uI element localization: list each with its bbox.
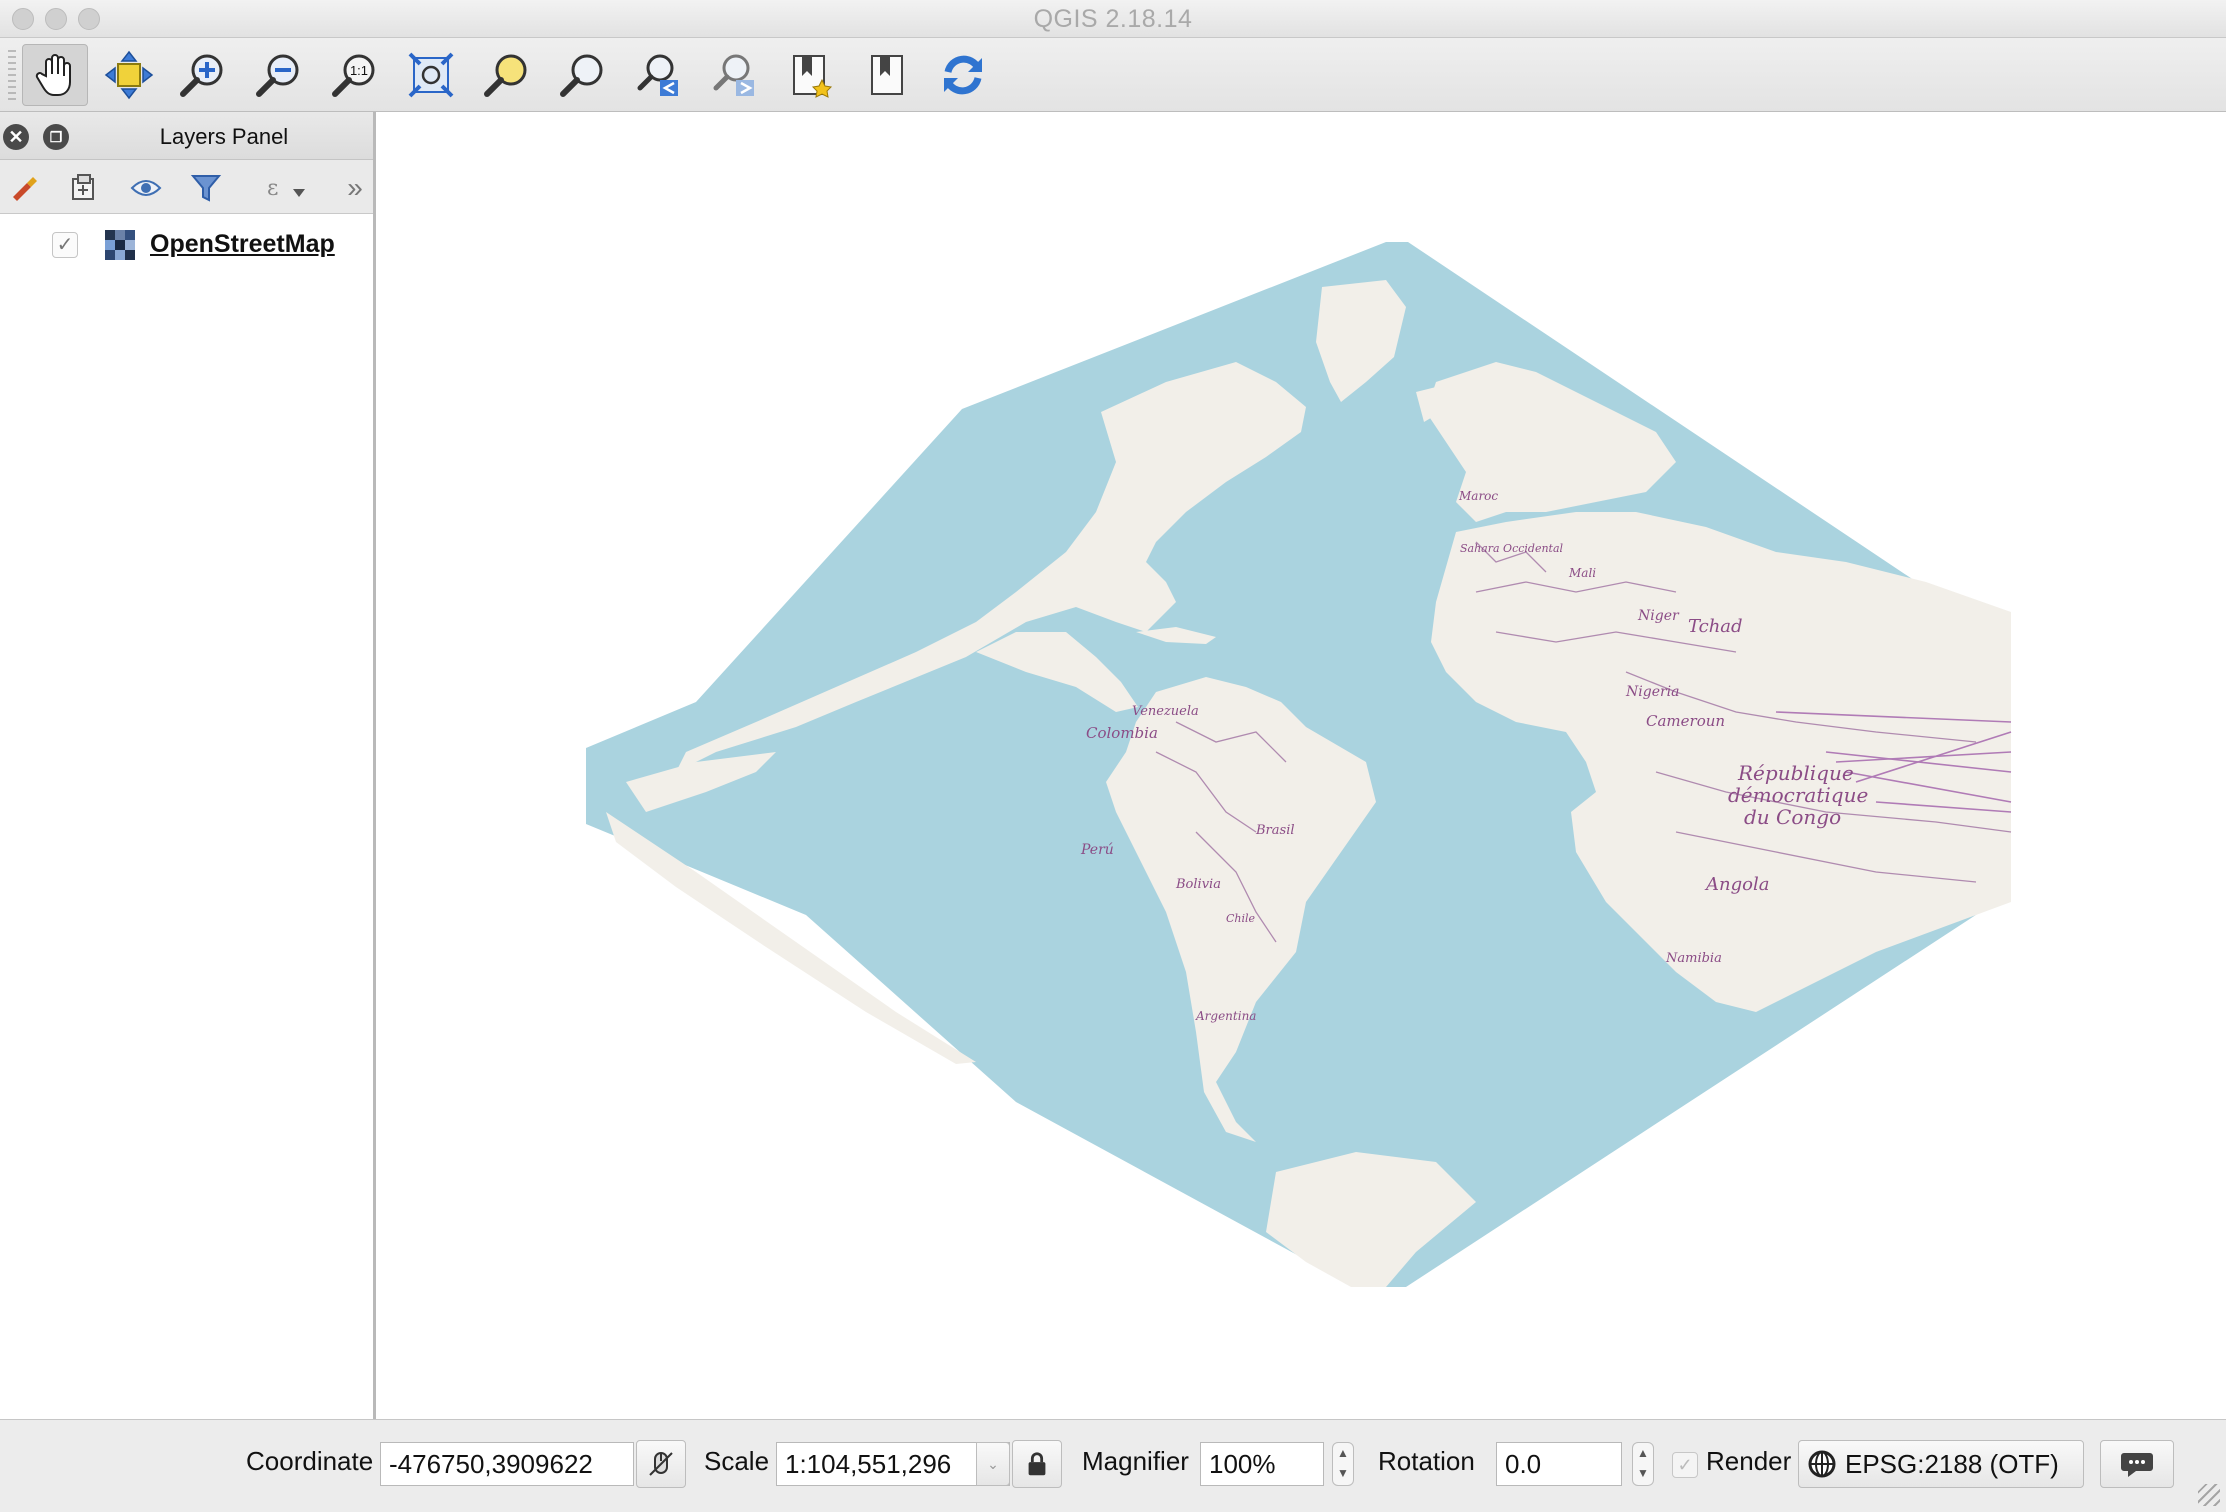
magnifier-stepper[interactable]: ▲ ▼ bbox=[1332, 1442, 1354, 1486]
projection-globe-icon bbox=[1808, 1450, 1836, 1478]
zoom-to-layer-button[interactable] bbox=[550, 44, 616, 106]
label-maroc: Maroc bbox=[1458, 489, 1498, 503]
new-bookmark-button[interactable] bbox=[778, 44, 844, 106]
filter-legend-icon bbox=[190, 175, 222, 202]
style-button[interactable] bbox=[4, 170, 44, 206]
zoom-next-button[interactable] bbox=[702, 44, 768, 106]
rotation-stepper[interactable]: ▲ ▼ bbox=[1632, 1442, 1654, 1486]
manage-visibility-button[interactable] bbox=[126, 170, 166, 206]
label-argentina: Argentina bbox=[1195, 1009, 1256, 1023]
scale-dropdown-button[interactable]: ⌄ bbox=[976, 1442, 1010, 1486]
window-resize-grip[interactable] bbox=[2198, 1484, 2220, 1506]
map-canvas[interactable]: Venezuela Colombia Perú Brasil Bolivia A… bbox=[376, 112, 2226, 1419]
show-bookmarks-button[interactable] bbox=[854, 44, 920, 106]
zoom-native-resolution-icon: 1:1 bbox=[332, 54, 375, 97]
layers-panel-header: ✕ ❐ Layers Panel bbox=[0, 112, 373, 160]
mouse-extents-icon bbox=[649, 1452, 673, 1476]
label-angola: Angola bbox=[1704, 874, 1769, 895]
more-chevron-icon: » bbox=[347, 172, 363, 203]
coordinate-label: Coordinate bbox=[246, 1446, 374, 1476]
zoom-to-layer-icon bbox=[560, 54, 603, 97]
zoom-full-icon bbox=[408, 52, 454, 98]
layers-panel-toolbar: ε » bbox=[0, 160, 373, 214]
svg-text:1:1: 1:1 bbox=[350, 63, 368, 78]
more-tools-button[interactable]: » bbox=[342, 170, 368, 206]
layers-panel-title: Layers Panel bbox=[159, 124, 289, 149]
expression-filter-button[interactable]: ε bbox=[258, 170, 314, 206]
rotation-label: Rotation bbox=[1378, 1446, 1475, 1476]
crs-label: EPSG:2188 (OTF) bbox=[1845, 1448, 2059, 1479]
new-bookmark-icon bbox=[793, 55, 833, 98]
messages-button[interactable] bbox=[2100, 1440, 2174, 1488]
svg-text:ε: ε bbox=[267, 176, 278, 201]
filter-legend-button[interactable] bbox=[186, 170, 226, 206]
zoom-to-selection-icon bbox=[484, 54, 527, 97]
pan-map-button[interactable] bbox=[22, 44, 88, 106]
render-checkbox[interactable]: ✓ bbox=[1672, 1452, 1698, 1478]
refresh-button[interactable] bbox=[930, 44, 996, 106]
window-title: QGIS 2.18.14 bbox=[1033, 5, 1193, 33]
scale-label: Scale bbox=[704, 1446, 770, 1476]
label-drc-1: République bbox=[1737, 761, 1854, 785]
zoom-out-icon bbox=[256, 54, 299, 97]
map-rendering: Venezuela Colombia Perú Brasil Bolivia A… bbox=[586, 242, 2012, 1287]
label-namibia: Namibia bbox=[1665, 951, 1722, 966]
map-navigation-toolbar: 1:1 bbox=[0, 38, 2226, 112]
layers-panel: ✕ ❐ Layers Panel ε » ✓ OpenStreetMap bbox=[0, 112, 376, 1419]
layer-name[interactable]: OpenStreetMap bbox=[150, 230, 335, 259]
scale-combo[interactable]: 1:104,551,296 bbox=[776, 1442, 1010, 1486]
zoom-native-resolution-button[interactable]: 1:1 bbox=[322, 44, 388, 106]
label-cameroun: Cameroun bbox=[1646, 712, 1725, 730]
zoom-out-button[interactable] bbox=[246, 44, 312, 106]
label-drc-3: du Congo bbox=[1744, 805, 1841, 829]
raster-layer-icon bbox=[105, 230, 135, 260]
expression-filter-icon: ε bbox=[267, 176, 305, 201]
zoom-next-icon bbox=[713, 54, 754, 96]
zoom-full-button[interactable] bbox=[398, 44, 464, 106]
lock-icon bbox=[1028, 1452, 1046, 1476]
label-nigeria: Nigeria bbox=[1625, 684, 1680, 700]
render-label: Render bbox=[1706, 1446, 1792, 1476]
label-sahara: Sahara Occidental bbox=[1460, 542, 1564, 555]
rotation-field[interactable]: 0.0 bbox=[1496, 1442, 1622, 1486]
chevron-down-icon: ⌄ bbox=[987, 1455, 999, 1472]
toolbar-grip[interactable] bbox=[8, 50, 16, 100]
style-brush-icon bbox=[13, 177, 37, 201]
pan-to-selection-button[interactable] bbox=[96, 44, 162, 106]
label-peru: Perú bbox=[1080, 842, 1114, 858]
magnifier-label: Magnifier bbox=[1082, 1446, 1189, 1476]
add-group-button[interactable] bbox=[64, 170, 104, 206]
magnifier-field[interactable]: 100% bbox=[1200, 1442, 1324, 1486]
label-venezuela: Venezuela bbox=[1132, 704, 1199, 719]
pan-to-selection-icon bbox=[104, 50, 154, 100]
label-drc-2: démocratique bbox=[1728, 783, 1868, 807]
label-colombia: Colombia bbox=[1086, 724, 1158, 742]
zoom-last-icon bbox=[637, 54, 678, 96]
label-niger: Niger bbox=[1637, 608, 1680, 624]
pan-map-icon bbox=[35, 54, 71, 96]
zoom-in-button[interactable] bbox=[170, 44, 236, 106]
show-bookmarks-icon bbox=[871, 55, 903, 95]
label-chile: Chile bbox=[1226, 912, 1256, 925]
lock-scale-button[interactable] bbox=[1012, 1440, 1062, 1488]
speech-bubble-icon bbox=[2121, 1453, 2153, 1477]
zoom-in-icon bbox=[180, 54, 223, 97]
status-bar: Coordinate -476750,3909622 Scale 1:104,5… bbox=[0, 1419, 2226, 1512]
crs-button[interactable]: EPSG:2188 (OTF) bbox=[1798, 1440, 2084, 1488]
title-bar: QGIS 2.18.14 bbox=[0, 0, 2226, 38]
layer-visibility-checkbox[interactable]: ✓ bbox=[52, 232, 78, 258]
label-brasil: Brasil bbox=[1255, 823, 1295, 838]
label-mali: Mali bbox=[1568, 566, 1596, 580]
add-group-icon bbox=[72, 174, 94, 200]
layer-row-openstreetmap[interactable]: ✓ OpenStreetMap bbox=[0, 224, 373, 264]
visibility-eye-icon bbox=[130, 180, 162, 196]
landmass-antarctica bbox=[1266, 1152, 1476, 1287]
label-chad: Tchad bbox=[1688, 616, 1743, 637]
zoom-to-selection-button[interactable] bbox=[474, 44, 540, 106]
label-bolivia: Bolivia bbox=[1175, 877, 1221, 892]
coordinate-field[interactable]: -476750,3909622 bbox=[380, 1442, 634, 1486]
refresh-icon bbox=[944, 55, 982, 95]
zoom-last-button[interactable] bbox=[626, 44, 692, 106]
toggle-extents-button[interactable] bbox=[636, 1440, 686, 1488]
